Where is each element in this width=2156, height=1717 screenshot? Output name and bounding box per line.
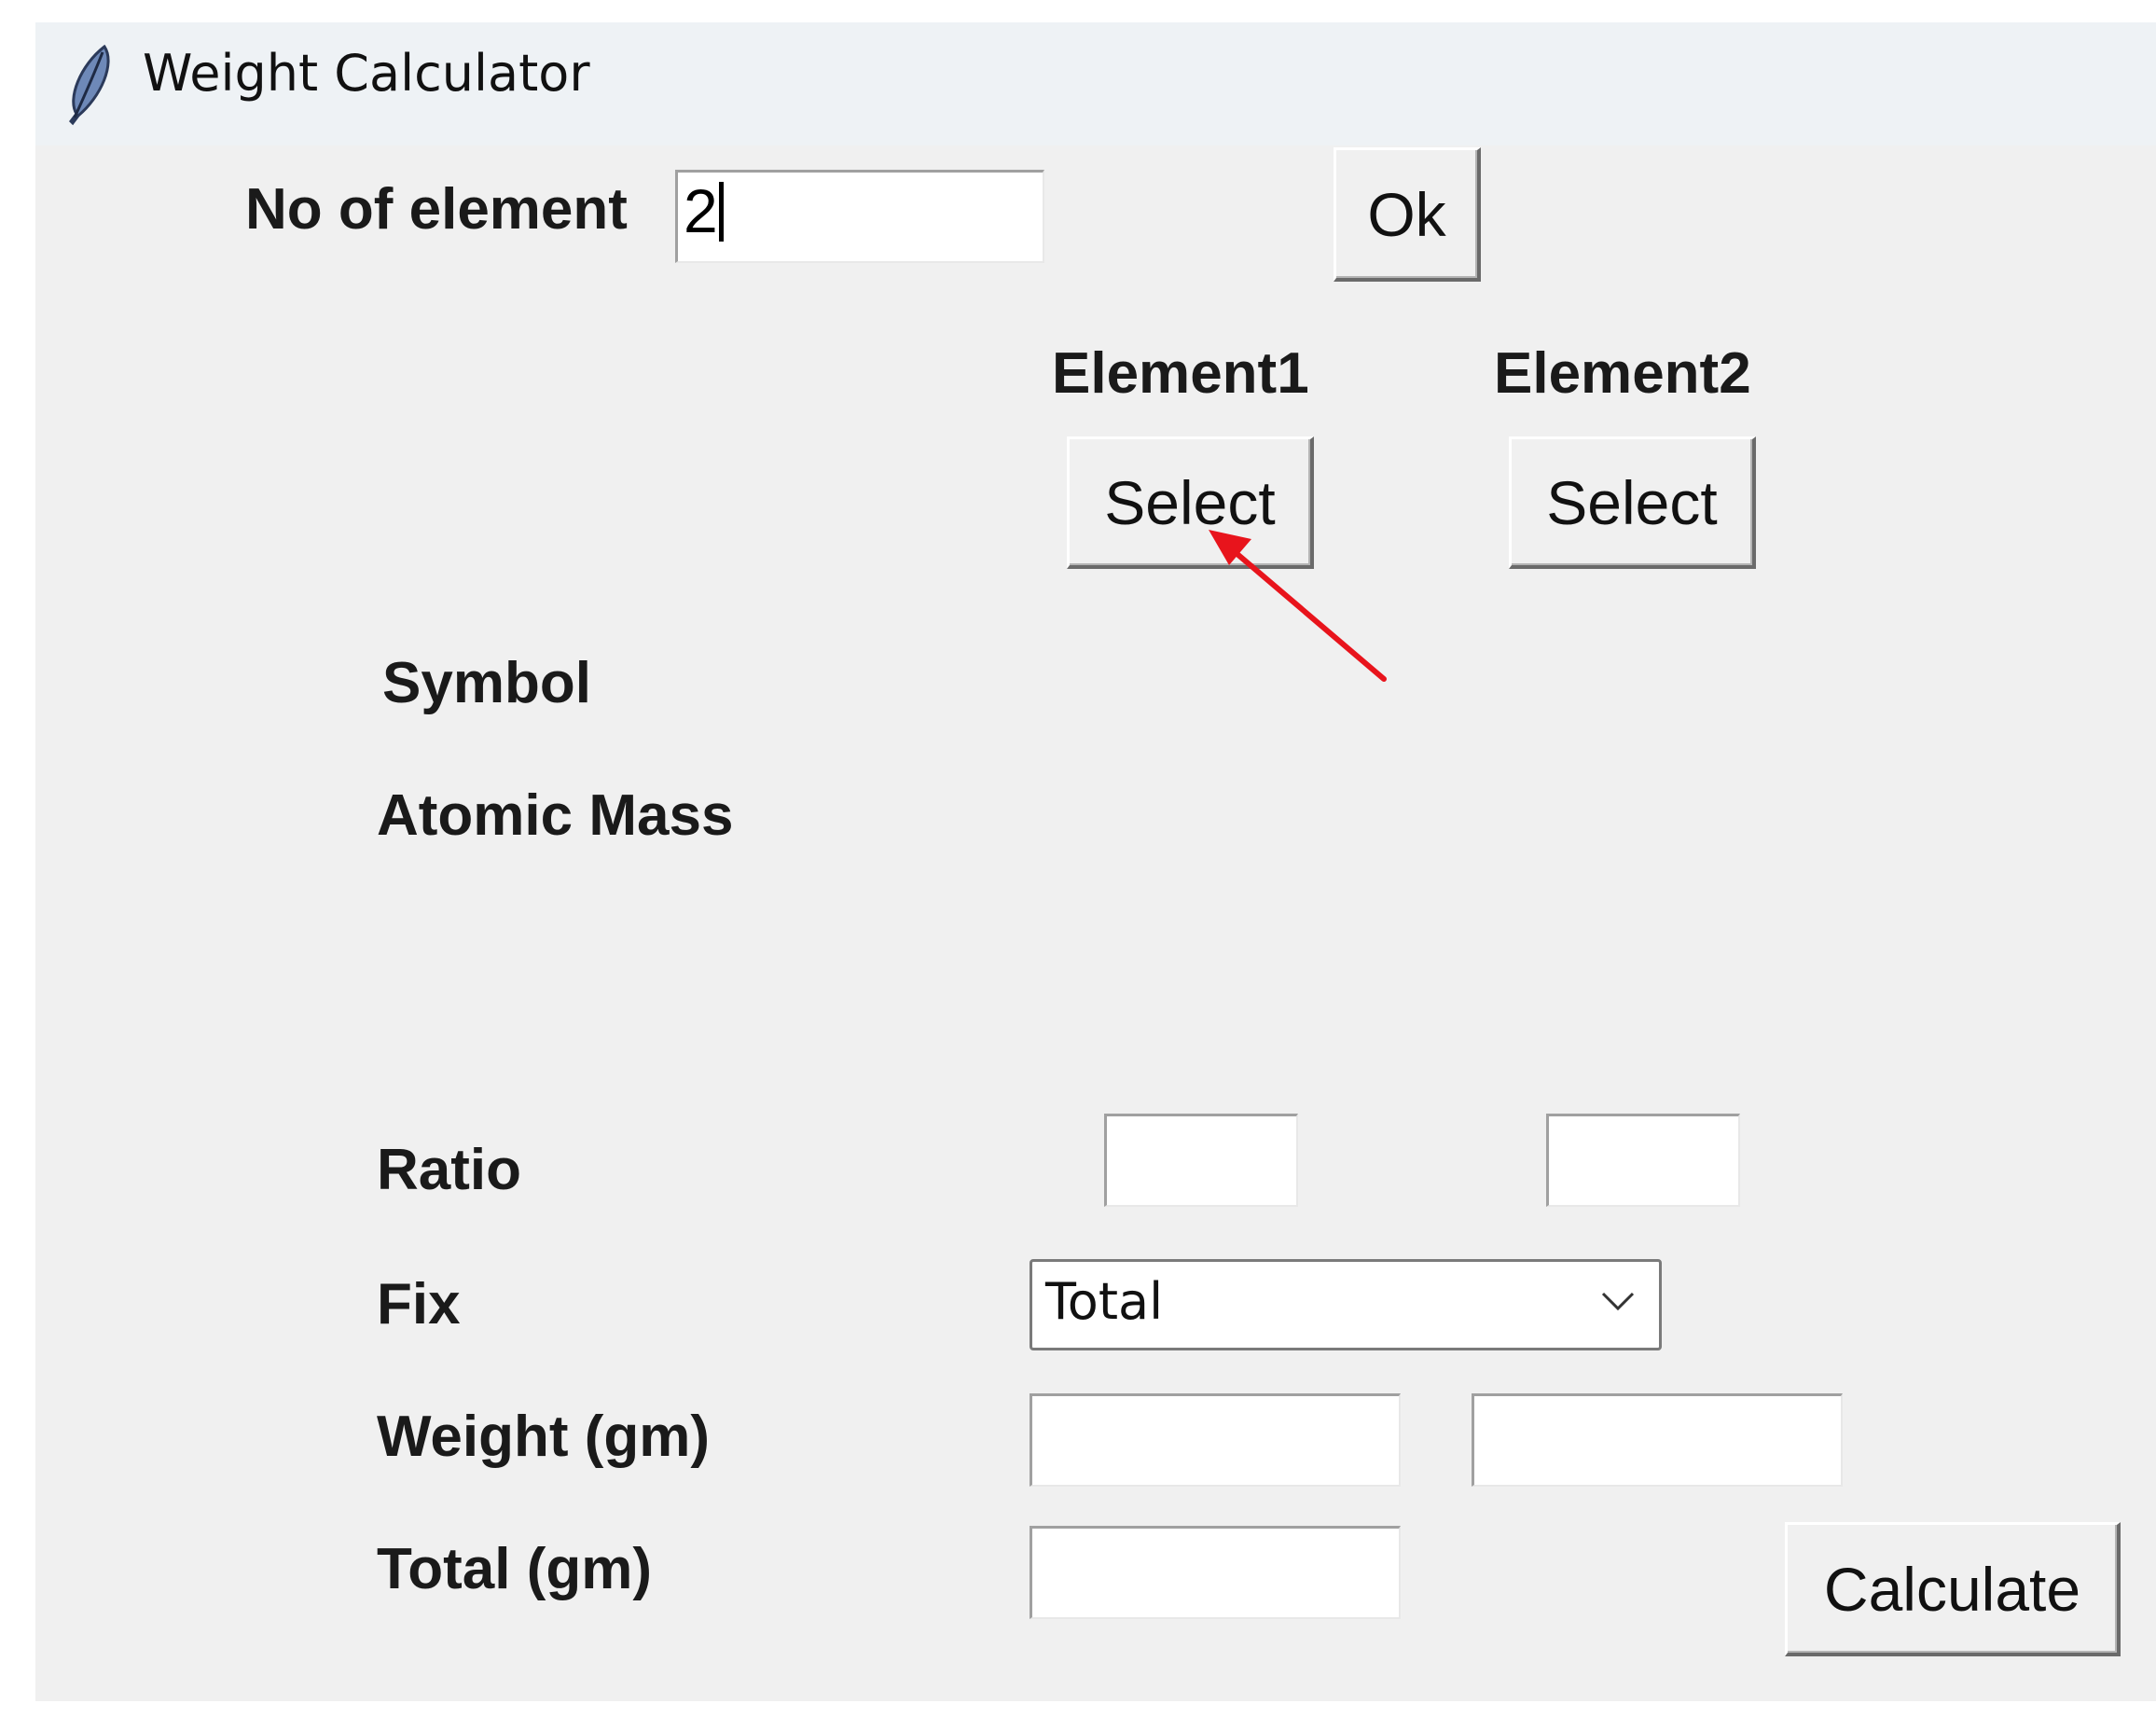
- fix-selected-value: Total: [1045, 1272, 1164, 1331]
- total-input[interactable]: [1030, 1526, 1401, 1619]
- element1-header: Element1: [1052, 341, 1309, 406]
- element2-select-button[interactable]: Select: [1509, 436, 1756, 569]
- element2-header: Element2: [1494, 341, 1751, 406]
- window-title: Weight Calculator: [143, 44, 590, 103]
- fix-label: Fix: [377, 1272, 461, 1336]
- no-of-element-label: No of element: [245, 177, 628, 242]
- calculate-button[interactable]: Calculate: [1785, 1522, 2121, 1656]
- title-bar: Weight Calculator: [35, 22, 2156, 145]
- ok-button[interactable]: Ok: [1334, 147, 1481, 282]
- element2-weight-input[interactable]: [1472, 1393, 1843, 1487]
- feather-icon: [69, 44, 110, 126]
- atomic-mass-label: Atomic Mass: [377, 783, 734, 848]
- weight-label: Weight (gm): [377, 1405, 711, 1469]
- total-label: Total (gm): [377, 1537, 653, 1601]
- fix-combobox[interactable]: Total: [1030, 1259, 1662, 1350]
- element1-weight-input[interactable]: [1030, 1393, 1401, 1487]
- chevron-down-icon: [1601, 1292, 1635, 1311]
- ratio-label: Ratio: [377, 1138, 521, 1202]
- weight-calculator-window: Weight Calculator No of element 2 Ok Ele…: [35, 22, 2156, 1701]
- no-of-element-value: 2: [684, 176, 718, 245]
- symbol-label: Symbol: [382, 651, 591, 715]
- text-caret: [719, 182, 724, 242]
- element1-select-button[interactable]: Select: [1067, 436, 1314, 569]
- element2-ratio-input[interactable]: [1546, 1114, 1740, 1207]
- no-of-element-input[interactable]: 2: [675, 170, 1044, 263]
- element1-ratio-input[interactable]: [1104, 1114, 1298, 1207]
